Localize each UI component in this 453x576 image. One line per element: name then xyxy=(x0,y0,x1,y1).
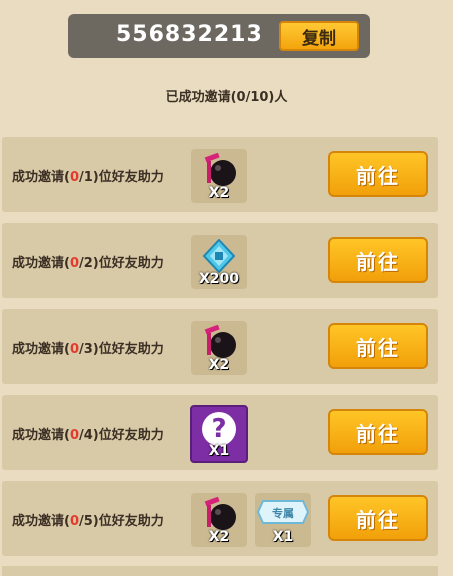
task-label-suffix: /2)位好友助力 xyxy=(79,256,164,271)
task-label: 成功邀请(0/3)位好友助力 xyxy=(12,338,164,357)
task-row: 成功邀请(0/3)位好友助力 X2 前往 xyxy=(2,309,438,384)
reward-item: ? X1 xyxy=(190,405,248,463)
invite-progress-text: 已成功邀请(0/10)人 xyxy=(165,90,288,105)
task-label-prefix: 成功邀请( xyxy=(12,342,70,357)
task-label-suffix: /4)位好友助力 xyxy=(79,428,164,443)
task-row: 成功邀请(0/4)位好友助力 ? X1 前往 xyxy=(2,395,438,470)
task-label: 成功邀请(0/5)位好友助力 xyxy=(12,510,164,529)
task-done-count: 0 xyxy=(69,256,79,271)
task-label-suffix: /5)位好友助力 xyxy=(79,514,164,529)
go-button[interactable]: 前往 xyxy=(328,237,428,283)
reward-quantity: X2 xyxy=(208,185,230,201)
reward-quantity: X1 xyxy=(272,529,294,545)
task-done-count: 0 xyxy=(69,428,79,443)
go-button[interactable]: 前往 xyxy=(328,151,428,197)
reward-item: 专属 X1 xyxy=(255,493,311,547)
reward-item: X200 xyxy=(191,235,247,289)
go-button[interactable]: 前往 xyxy=(328,495,428,541)
exclusive-badge-label: 专属 xyxy=(272,506,294,520)
invite-code-bar: 556832213 复制 xyxy=(68,14,370,58)
task-done-count: 0 xyxy=(69,170,79,185)
task-label-prefix: 成功邀请( xyxy=(12,170,70,185)
task-label-suffix: /1)位好友助力 xyxy=(79,170,164,185)
invite-code: 556832213 xyxy=(116,22,263,47)
multiplier-diamond-icon xyxy=(203,239,235,273)
reward-quantity: X2 xyxy=(208,357,230,373)
task-label-prefix: 成功邀请( xyxy=(12,514,70,529)
task-label-suffix: /3)位好友助力 xyxy=(79,342,164,357)
reward-quantity: X200 xyxy=(198,271,240,287)
reward-quantity: X2 xyxy=(208,529,230,545)
go-button[interactable]: 前往 xyxy=(328,409,428,455)
task-row: 成功邀请(0/1)位好友助力 X2 前往 xyxy=(2,137,438,212)
task-done-count: 0 xyxy=(69,342,79,357)
reward-item: X2 xyxy=(191,149,247,203)
task-label: 成功邀请(0/2)位好友助力 xyxy=(12,252,164,271)
reward-item: X2 xyxy=(191,321,247,375)
reward-quantity: X1 xyxy=(208,443,230,459)
exclusive-badge-icon: 专属 xyxy=(257,500,309,524)
task-label-prefix: 成功邀请( xyxy=(12,256,70,271)
copy-button[interactable]: 复制 xyxy=(279,21,359,51)
task-label-prefix: 成功邀请( xyxy=(12,428,70,443)
task-row: 成功邀请(0/5)位好友助力 X2 专属 X1 前往 xyxy=(2,481,438,556)
task-label: 成功邀请(0/4)位好友助力 xyxy=(12,424,164,443)
next-task-row-edge xyxy=(2,566,438,576)
reward-item: X2 xyxy=(191,493,247,547)
task-label: 成功邀请(0/1)位好友助力 xyxy=(12,166,164,185)
go-button[interactable]: 前往 xyxy=(328,323,428,369)
task-done-count: 0 xyxy=(69,514,79,529)
task-row: 成功邀请(0/2)位好友助力 X200 前往 xyxy=(2,223,438,298)
